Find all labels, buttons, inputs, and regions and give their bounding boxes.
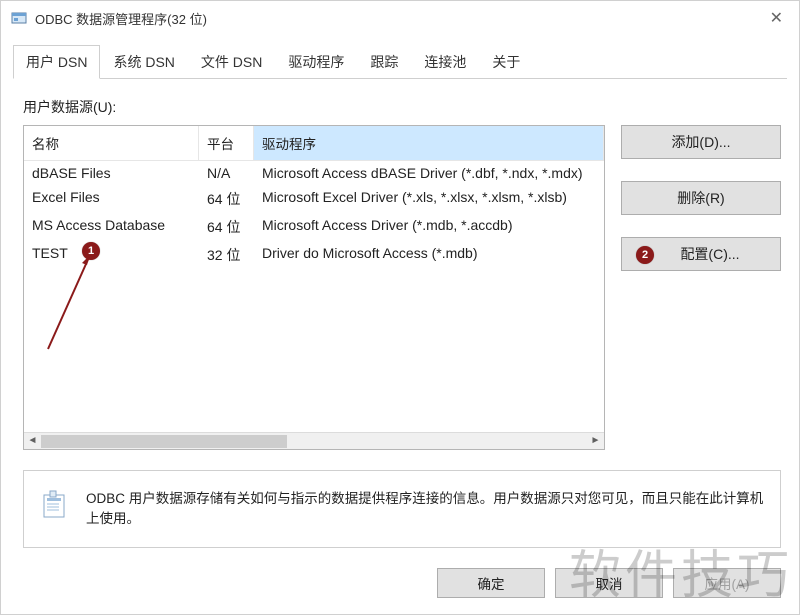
side-button-column: 添加(D)... 删除(R) 2 配置(C)... <box>621 125 781 450</box>
scroll-thumb[interactable] <box>41 435 287 448</box>
annotation-marker-2: 2 <box>636 246 654 264</box>
col-header-platform[interactable]: 平台 <box>199 126 254 160</box>
tab-file-dsn[interactable]: 文件 DSN <box>188 45 275 79</box>
odbc-admin-window: ODBC 数据源管理程序(32 位) ✕ 用户 DSN 系统 DSN 文件 DS… <box>0 0 800 615</box>
tab-pooling[interactable]: 连接池 <box>411 45 479 79</box>
tab-user-dsn[interactable]: 用户 DSN <box>13 45 100 79</box>
cell-platform: 64 位 <box>199 213 254 241</box>
dsn-listview[interactable]: 名称 平台 驱动程序 dBASE Files N/A Microsoft Acc… <box>23 125 605 450</box>
section-label: 用户数据源(U): <box>23 97 781 117</box>
dialog-footer: 确定 取消 应用(A) <box>1 556 799 614</box>
remove-button[interactable]: 删除(R) <box>621 181 781 215</box>
window-title: ODBC 数据源管理程序(32 位) <box>35 9 764 28</box>
configure-button[interactable]: 2 配置(C)... <box>621 237 781 271</box>
cell-name: TEST <box>24 241 199 269</box>
table-row[interactable]: Excel Files 64 位 Microsoft Excel Driver … <box>24 185 604 213</box>
cell-driver: Microsoft Excel Driver (*.xls, *.xlsx, *… <box>254 185 604 213</box>
cancel-button[interactable]: 取消 <box>555 568 663 598</box>
cell-driver: Microsoft Access Driver (*.mdb, *.accdb) <box>254 213 604 241</box>
cell-name: dBASE Files <box>24 161 199 185</box>
user-dsn-panel: 用户数据源(U): 名称 平台 驱动程序 dBASE Files N/A Mic… <box>1 79 799 556</box>
tab-system-dsn[interactable]: 系统 DSN <box>100 45 187 79</box>
info-text: ODBC 用户数据源存储有关如何与指示的数据提供程序连接的信息。用户数据源只对您… <box>86 489 764 530</box>
cell-name: Excel Files <box>24 185 199 213</box>
scroll-track[interactable] <box>41 433 587 449</box>
tab-tracing[interactable]: 跟踪 <box>357 45 411 79</box>
listview-body: dBASE Files N/A Microsoft Access dBASE D… <box>24 161 604 432</box>
table-row[interactable]: dBASE Files N/A Microsoft Access dBASE D… <box>24 161 604 185</box>
listview-header: 名称 平台 驱动程序 <box>24 126 604 161</box>
cell-platform: 64 位 <box>199 185 254 213</box>
annotation-marker-1: 1 <box>82 242 100 260</box>
col-header-driver[interactable]: 驱动程序 <box>254 126 604 160</box>
apply-button[interactable]: 应用(A) <box>673 568 781 598</box>
info-icon <box>40 489 72 521</box>
cell-driver: Microsoft Access dBASE Driver (*.dbf, *.… <box>254 161 604 185</box>
cell-platform: 32 位 <box>199 241 254 269</box>
cell-driver: Driver do Microsoft Access (*.mdb) <box>254 241 604 269</box>
configure-button-label: 配置(C)... <box>680 244 739 264</box>
tab-row: 用户 DSN 系统 DSN 文件 DSN 驱动程序 跟踪 连接池 关于 <box>13 44 787 79</box>
table-row[interactable]: MS Access Database 64 位 Microsoft Access… <box>24 213 604 241</box>
app-icon <box>11 10 27 26</box>
table-row[interactable]: TEST 32 位 Driver do Microsoft Access (*.… <box>24 241 604 269</box>
ok-button[interactable]: 确定 <box>437 568 545 598</box>
col-header-name[interactable]: 名称 <box>24 126 199 160</box>
titlebar[interactable]: ODBC 数据源管理程序(32 位) ✕ <box>1 1 799 35</box>
cell-platform: N/A <box>199 161 254 185</box>
scroll-left-icon[interactable]: ◄ <box>24 432 41 449</box>
tab-about[interactable]: 关于 <box>479 45 533 79</box>
info-box: ODBC 用户数据源存储有关如何与指示的数据提供程序连接的信息。用户数据源只对您… <box>23 470 781 549</box>
close-icon[interactable]: ✕ <box>764 8 789 28</box>
tab-drivers[interactable]: 驱动程序 <box>275 45 357 79</box>
cell-name: MS Access Database <box>24 213 199 241</box>
horizontal-scrollbar[interactable]: ◄ ► <box>24 432 604 449</box>
add-button[interactable]: 添加(D)... <box>621 125 781 159</box>
scroll-right-icon[interactable]: ► <box>587 432 604 449</box>
